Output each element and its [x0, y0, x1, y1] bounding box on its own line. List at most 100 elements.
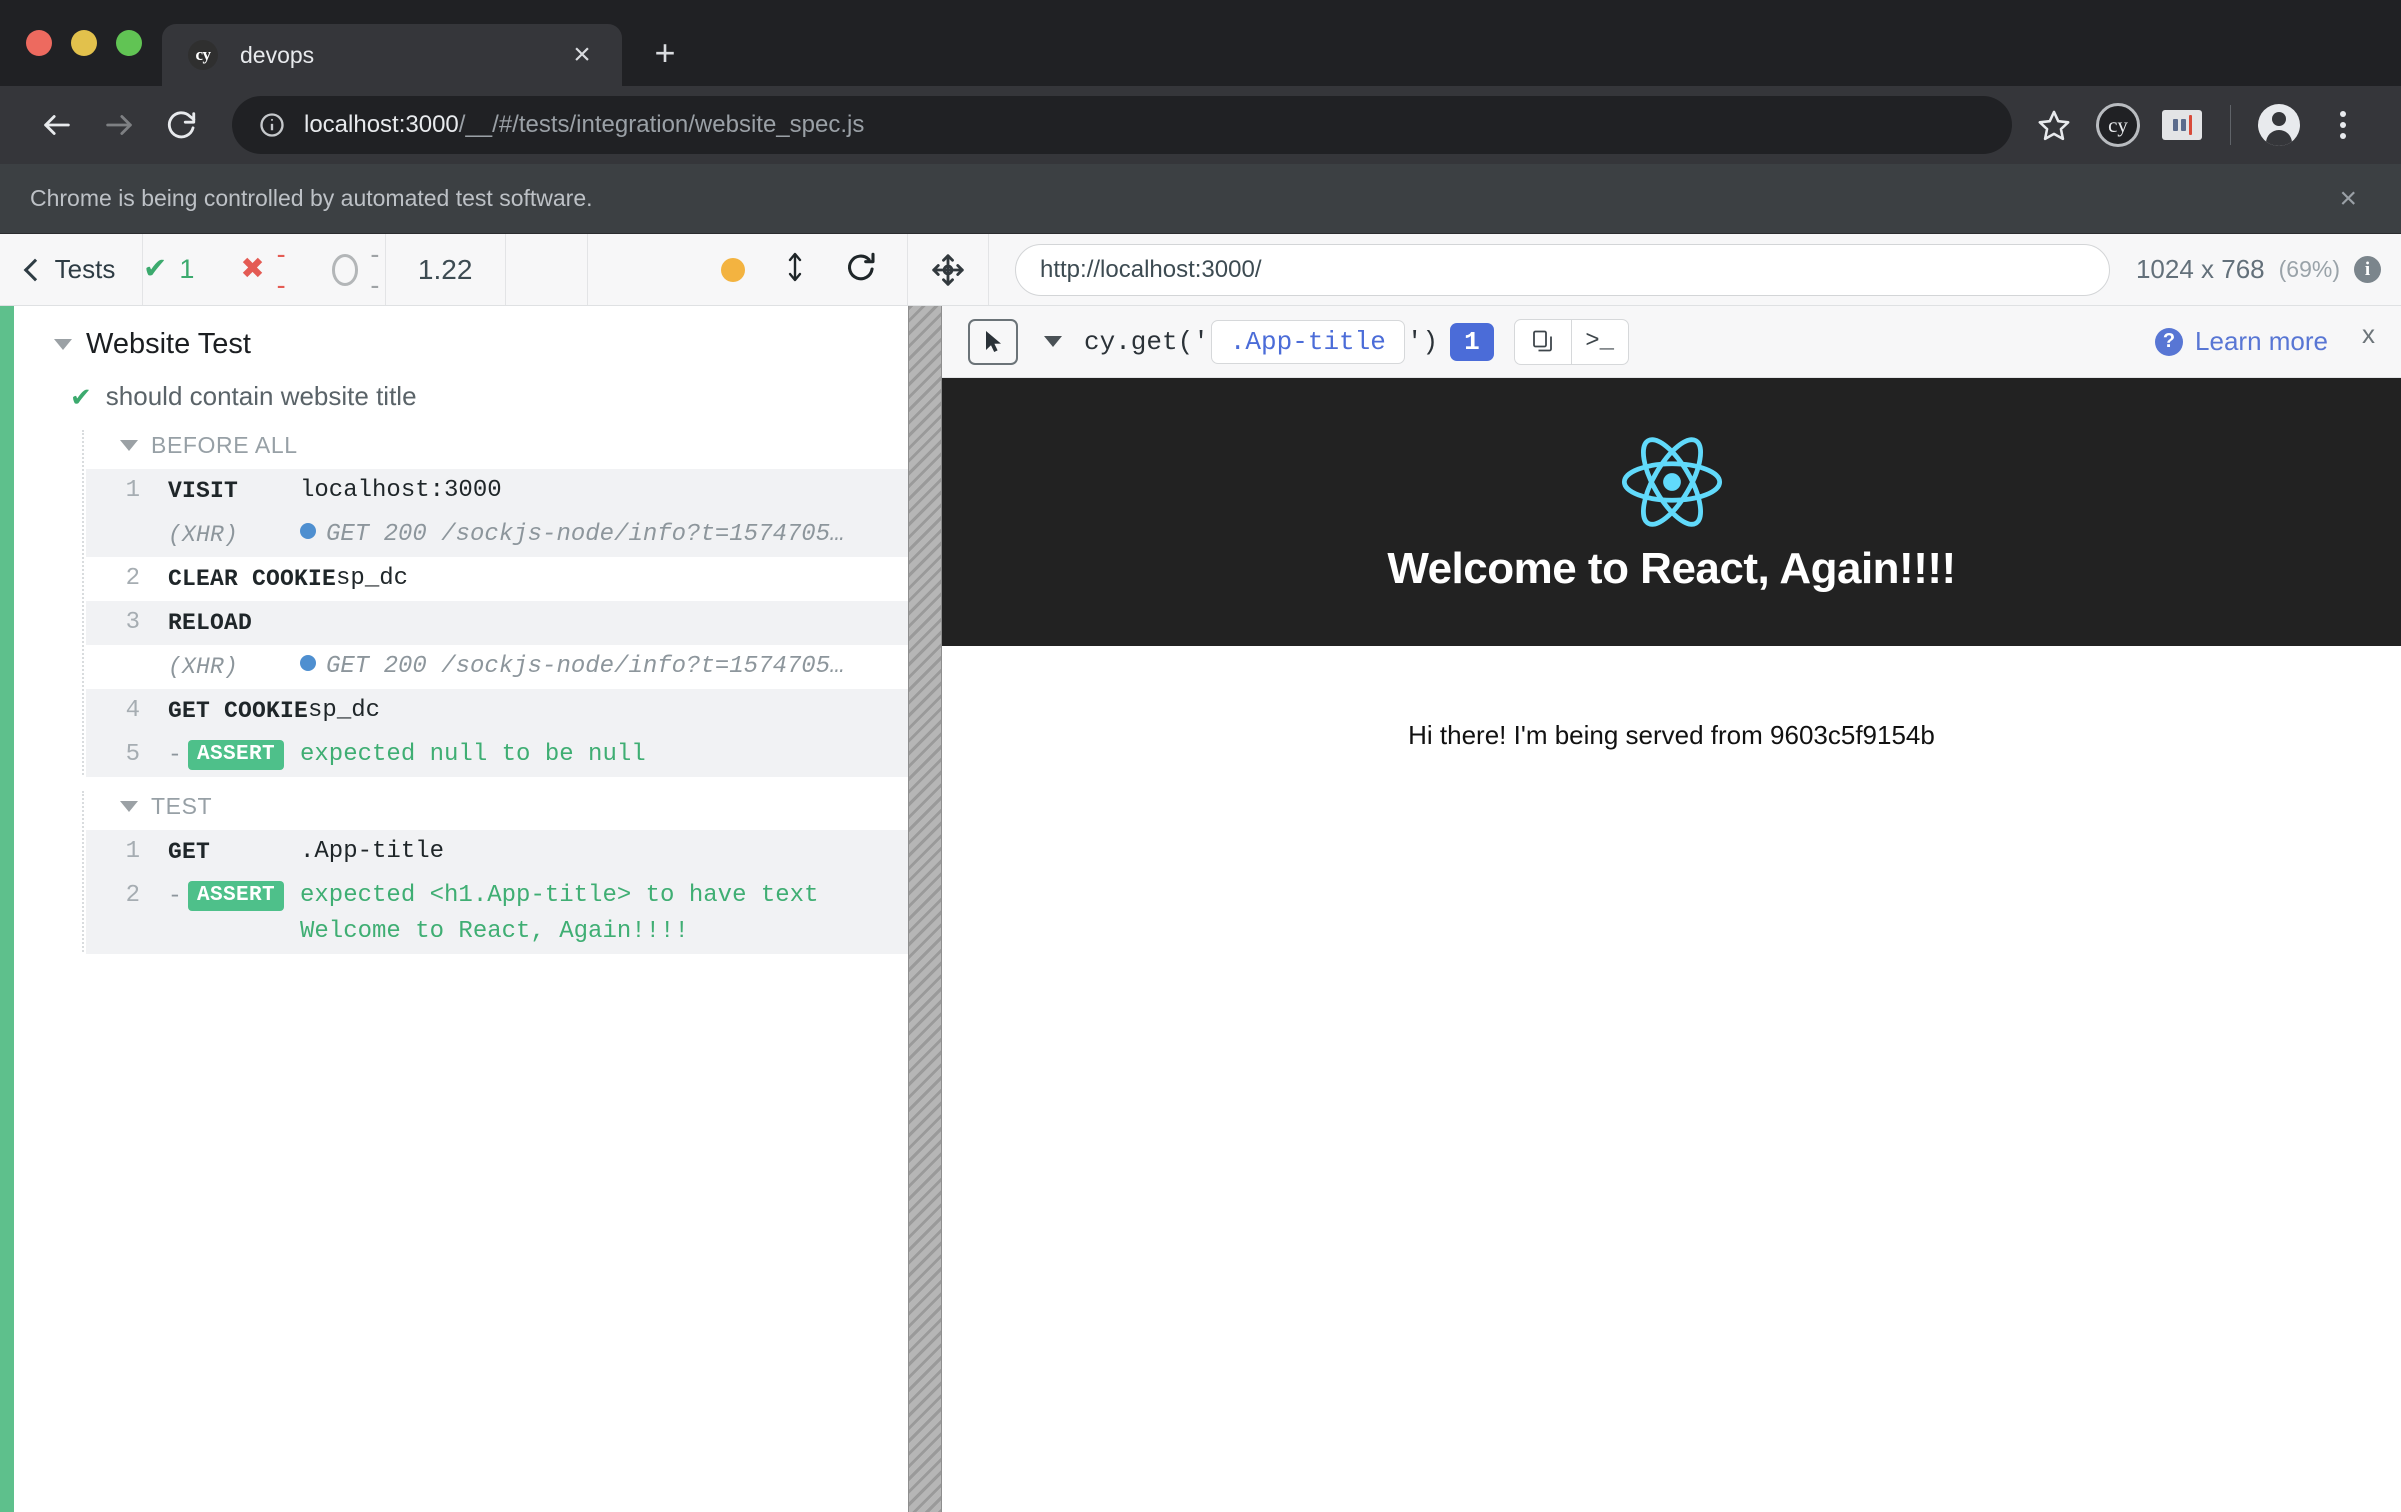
command-message: expected null to be null	[300, 741, 646, 768]
application-iframe: Welcome to React, Again!!!! Hi there! I'…	[942, 378, 2401, 1512]
selector-code-prefix: cy.get('	[1084, 326, 1209, 357]
command-name: VISIT	[168, 478, 239, 504]
command-number: 3	[125, 609, 140, 636]
command-name: CLEAR COOKIE	[168, 566, 337, 592]
command-number: 2	[125, 565, 140, 592]
command-message: sp_dc	[308, 697, 381, 724]
selector-actions: >_	[1513, 318, 1629, 365]
minimize-window-button[interactable]	[71, 30, 97, 56]
command-number: 5	[125, 741, 140, 768]
command-number: 1	[125, 838, 140, 865]
address-bar-text: localhost:3000/__/#/tests/integration/we…	[304, 111, 864, 139]
restart-icon[interactable]	[845, 251, 877, 289]
back-icon[interactable]	[26, 94, 88, 156]
check-icon: ✔	[143, 253, 168, 285]
command-message: GET 200 /sockjs-node/info?t=1574705…	[326, 521, 845, 548]
hook-label-test[interactable]: TEST	[86, 787, 908, 830]
forward-icon[interactable]	[88, 94, 150, 156]
reporter-content: Website Test ✔ should contain website ti…	[14, 306, 908, 1512]
address-bar[interactable]: localhost:3000/__/#/tests/integration/we…	[232, 96, 2012, 154]
command-row-xhr[interactable]: (XHR) GET 200 /sockjs-node/info?t=157470…	[86, 513, 908, 557]
command-name: GET COOKIE	[168, 698, 309, 724]
close-window-button[interactable]	[26, 30, 52, 56]
chrome-menu-icon[interactable]	[2311, 93, 2375, 157]
test-header[interactable]: ✔ should contain website title	[14, 361, 908, 412]
preview-header: http://localhost:3000/ 1024 x 768 (69%) …	[908, 234, 2401, 305]
browser-toolbar: localhost:3000/__/#/tests/integration/we…	[0, 86, 2401, 164]
viewport-size-label: 1024 x 768	[2135, 254, 2265, 284]
new-tab-button[interactable]: +	[634, 22, 696, 84]
stat-passed-value: 1	[179, 254, 195, 284]
recording-dot-icon[interactable]	[721, 257, 745, 282]
print-to-console-button[interactable]: >_	[1570, 319, 1628, 364]
suite-pass-indicator	[0, 306, 14, 1512]
selector-code-suffix: ')	[1406, 326, 1439, 357]
avatar-glyph	[2258, 104, 2300, 146]
reload-icon[interactable]	[150, 94, 212, 156]
back-to-tests-label: Tests	[54, 254, 116, 284]
suite-header[interactable]: Website Test	[14, 306, 908, 361]
cypress-test-runner: Tests ✔ 1 ✖ -- -- 1.22 http://localhost:…	[0, 234, 2401, 1512]
password-manager-icon[interactable]	[2150, 93, 2214, 157]
app-url-bar[interactable]: http://localhost:3000/	[1015, 243, 2110, 296]
maximize-window-button[interactable]	[116, 30, 142, 56]
assert-badge-wrap: - ASSERT	[154, 878, 300, 914]
browser-tab[interactable]: cy devops ×	[162, 24, 622, 86]
cypress-body: Website Test ✔ should contain website ti…	[0, 306, 2401, 1512]
react-app-title: Welcome to React, Again!!!!	[1387, 544, 1956, 593]
react-app-intro: Hi there! I'm being served from 9603c5f9…	[1408, 720, 1935, 750]
react-atom-logo	[1620, 430, 1724, 534]
stat-pending: --	[331, 239, 385, 301]
bookmark-star-icon[interactable]	[2022, 93, 2086, 157]
assert-badge-wrap: - ASSERT	[154, 737, 300, 773]
close-playground-button[interactable]: x	[2362, 319, 2375, 350]
command-row-assert[interactable]: 2 - ASSERT expected <h1.App-title> to hav…	[86, 874, 908, 954]
command-message-wrap: GET 200 /sockjs-node/info?t=1574705…	[300, 649, 908, 685]
viewport-target-icon[interactable]	[908, 234, 989, 305]
command-row[interactable]: 1 GET .App-title	[86, 830, 908, 874]
command-row-xhr[interactable]: (XHR) GET 200 /sockjs-node/info?t=157470…	[86, 645, 908, 689]
selector-match-count: 1	[1450, 322, 1494, 361]
viewport-info: 1024 x 768 (69%) i	[2136, 254, 2381, 285]
xhr-status-dot-icon	[300, 655, 316, 671]
pointer-select-icon[interactable]	[968, 318, 1018, 365]
learn-more-link[interactable]: ? Learn more	[2155, 326, 2328, 357]
resize-arrows-icon[interactable]	[785, 250, 805, 290]
cy-extension-icon[interactable]: cy	[2086, 93, 2150, 157]
command-row[interactable]: 3 RELOAD	[86, 601, 908, 645]
hook-group-before-all: BEFORE ALL 1 VISIT localhost:3000 (XHR) …	[14, 426, 908, 777]
pane-resize-handle[interactable]	[908, 306, 942, 1512]
close-infobar-button[interactable]: ×	[2325, 182, 2371, 216]
command-row[interactable]: 2 CLEAR COOKIE sp_dc	[86, 557, 908, 601]
suite-title-label: Website Test	[86, 328, 251, 360]
command-message: localhost:3000	[300, 477, 502, 504]
copy-to-clipboard-icon[interactable]	[1515, 320, 1571, 364]
test-duration: 1.22	[386, 234, 506, 305]
command-message: sp_dc	[336, 565, 409, 592]
window-traffic-lights	[0, 0, 162, 86]
chevron-down-icon	[120, 801, 138, 812]
profile-avatar[interactable]	[2247, 93, 2311, 157]
toolbar-divider	[2230, 105, 2231, 145]
command-number: 1	[125, 477, 140, 504]
tab-favicon-icon: cy	[188, 40, 218, 70]
viewport-info-icon[interactable]: i	[2354, 256, 2381, 283]
command-name: RELOAD	[168, 610, 253, 636]
kebab-glyph	[2340, 111, 2346, 139]
site-info-icon[interactable]	[258, 111, 286, 139]
address-path: /__/#/tests/integration/website_spec.js	[458, 111, 865, 138]
hook-group-test: TEST 1 GET .App-title 2 - ASSERT expected…	[14, 787, 908, 954]
app-preview-pane: cy.get(' .App-title ') 1 >_ ? Learn more…	[942, 306, 2401, 1512]
chevron-down-icon[interactable]	[1044, 336, 1062, 347]
hook-label-before-all[interactable]: BEFORE ALL	[86, 426, 908, 469]
command-number: 4	[125, 697, 140, 724]
back-to-tests-button[interactable]: Tests	[0, 234, 143, 305]
command-row[interactable]: 4 GET COOKIE sp_dc	[86, 689, 908, 733]
close-tab-button[interactable]: ×	[560, 40, 604, 70]
command-row[interactable]: 1 VISIT localhost:3000	[86, 469, 908, 513]
command-number: 2	[125, 882, 140, 909]
command-row-assert[interactable]: 5 - ASSERT expected null to be null	[86, 733, 908, 777]
ring-icon	[331, 253, 359, 286]
selector-input[interactable]: .App-title	[1210, 319, 1405, 364]
chevron-down-icon	[120, 440, 138, 451]
